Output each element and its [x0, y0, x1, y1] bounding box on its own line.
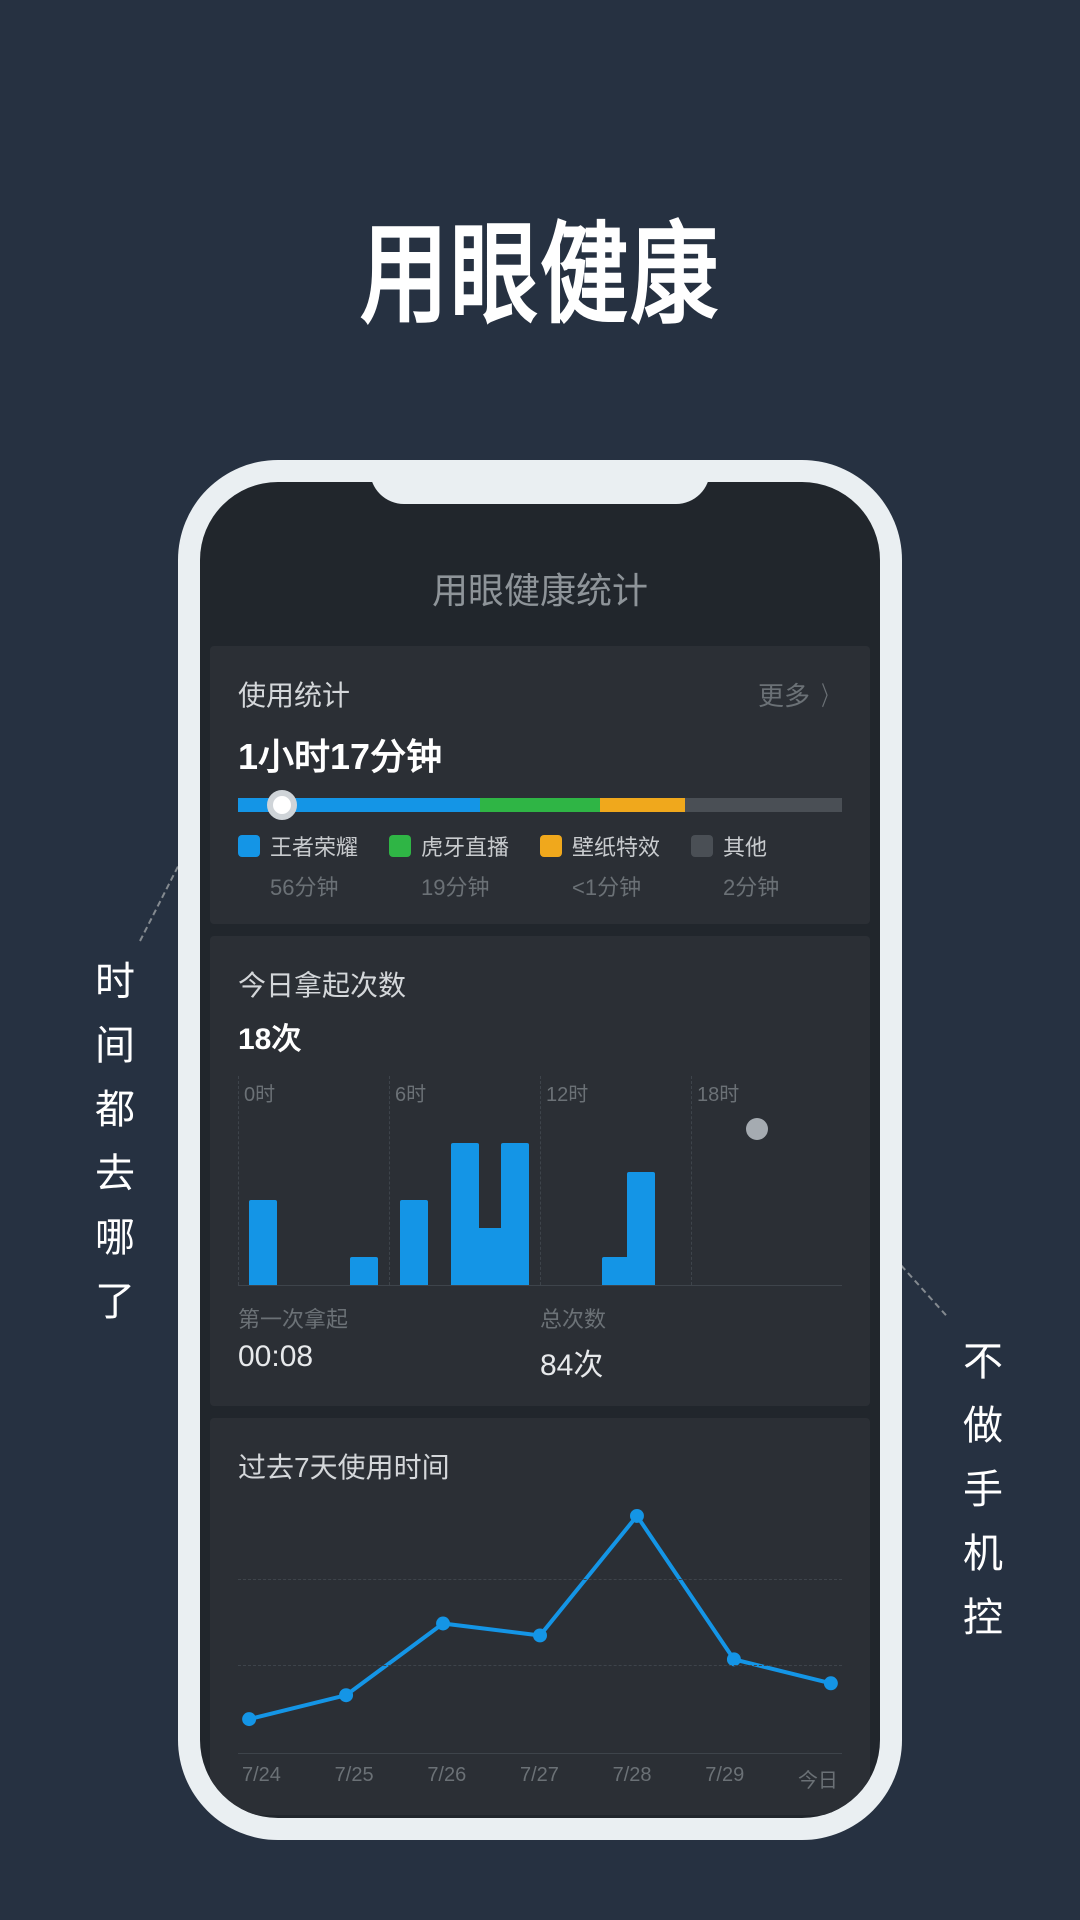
- pickup-bar: [476, 1228, 504, 1285]
- line-axis-label: 7/28: [613, 1764, 652, 1793]
- legend-swatch-icon: [540, 835, 562, 857]
- bar-grid-label: 12时: [546, 1078, 588, 1107]
- last7-card: 过去7天使用时间 7/24 7/25 7/26 7/27 7/28 7/29 今日: [210, 1418, 870, 1815]
- bar-grid-label: 18时: [697, 1078, 739, 1107]
- usage-progress[interactable]: [238, 798, 842, 812]
- line-axis-label: 7/29: [705, 1764, 744, 1793]
- legend-swatch-icon: [691, 835, 713, 857]
- bar-grid-line: [238, 1076, 239, 1285]
- chart-pointer-dot-icon: [746, 1118, 768, 1140]
- legend-item: 王者荣耀 56分钟: [238, 830, 389, 902]
- legend-value: 19分钟: [421, 870, 540, 902]
- pickup-bar: [627, 1172, 655, 1285]
- line-axis-label: 7/25: [335, 1764, 374, 1793]
- bar-grid-line: [691, 1076, 692, 1285]
- line-axis-label: 7/26: [427, 1764, 466, 1793]
- line-axis-label: 今日: [798, 1764, 838, 1793]
- pickups-total: 18次: [238, 1014, 842, 1058]
- pickup-bar: [249, 1200, 277, 1285]
- legend-swatch-icon: [238, 835, 260, 857]
- usage-segment: [600, 798, 685, 812]
- slider-thumb-icon[interactable]: [267, 790, 297, 820]
- usage-legend: 王者荣耀 56分钟虎牙直播 19分钟壁纸特效 <1分钟其他 2分钟: [238, 830, 842, 902]
- pickups-bar-chart: 0时 6时 12时 18时: [238, 1076, 842, 1286]
- line-axis-label: 7/27: [520, 1764, 559, 1793]
- pickup-bar: [501, 1143, 529, 1285]
- chevron-right-icon: 〉: [821, 676, 837, 713]
- bar-grid-label: 0时: [244, 1078, 275, 1107]
- usage-total: 1小时17分钟: [238, 728, 842, 780]
- phone-screen: 用眼健康统计 使用统计 更多 〉 1小时17分钟 王者荣耀 56分钟虎牙直播 19分…: [200, 482, 880, 1818]
- legend-item: 其他 2分钟: [691, 830, 842, 902]
- bar-grid-line: [389, 1076, 390, 1285]
- total-count-label: 总次数: [540, 1302, 842, 1334]
- last7-x-axis: 7/24 7/25 7/26 7/27 7/28 7/29 今日: [238, 1764, 842, 1793]
- legend-item: 壁纸特效 <1分钟: [540, 830, 691, 902]
- legend-swatch-icon: [389, 835, 411, 857]
- usage-card-title: 使用统计: [238, 674, 350, 714]
- legend-value: 2分钟: [723, 870, 842, 902]
- callout-left: 时间都去哪了: [82, 960, 140, 1344]
- legend-name: 虎牙直播: [421, 830, 509, 862]
- bar-grid-line: [540, 1076, 541, 1285]
- first-pickup-value: 00:08: [238, 1340, 540, 1374]
- line-chart-svg: [238, 1494, 842, 1753]
- callout-right: 不做手机控: [950, 1340, 1008, 1660]
- app-header-title: 用眼健康统计: [200, 550, 880, 646]
- bar-grid-label: 6时: [395, 1078, 426, 1107]
- total-count-value: 84次: [540, 1340, 842, 1384]
- last7-card-title: 过去7天使用时间: [238, 1446, 842, 1486]
- line-axis-label: 7/24: [242, 1764, 281, 1793]
- pickup-bar: [350, 1257, 378, 1285]
- pickups-card-title: 今日拿起次数: [238, 964, 842, 1004]
- pickup-bar: [451, 1143, 479, 1285]
- legend-name: 其他: [723, 830, 767, 862]
- pickup-bar: [602, 1257, 630, 1285]
- legend-name: 王者荣耀: [270, 830, 358, 862]
- legend-name: 壁纸特效: [572, 830, 660, 862]
- legend-item: 虎牙直播 19分钟: [389, 830, 540, 902]
- legend-value: 56分钟: [270, 870, 389, 902]
- pickups-card: 今日拿起次数 18次 0时 6时 12时 18时 第一次拿起 00:08 总次数 84…: [210, 936, 870, 1406]
- pickup-bar: [400, 1200, 428, 1285]
- usage-card: 使用统计 更多 〉 1小时17分钟 王者荣耀 56分钟虎牙直播 19分钟壁纸特效 <1…: [210, 646, 870, 924]
- more-label: 更多: [758, 676, 810, 713]
- legend-value: <1分钟: [572, 870, 691, 902]
- more-button[interactable]: 更多 〉: [758, 676, 842, 713]
- phone-frame: 用眼健康统计 使用统计 更多 〉 1小时17分钟 王者荣耀 56分钟虎牙直播 19分…: [178, 460, 902, 1840]
- last7-line-chart: [238, 1494, 842, 1754]
- usage-segment: [685, 798, 842, 812]
- first-pickup-label: 第一次拿起: [238, 1302, 540, 1334]
- usage-segment: [480, 798, 601, 812]
- phone-notch: [370, 460, 710, 504]
- hero-title: 用眼健康: [0, 0, 1080, 345]
